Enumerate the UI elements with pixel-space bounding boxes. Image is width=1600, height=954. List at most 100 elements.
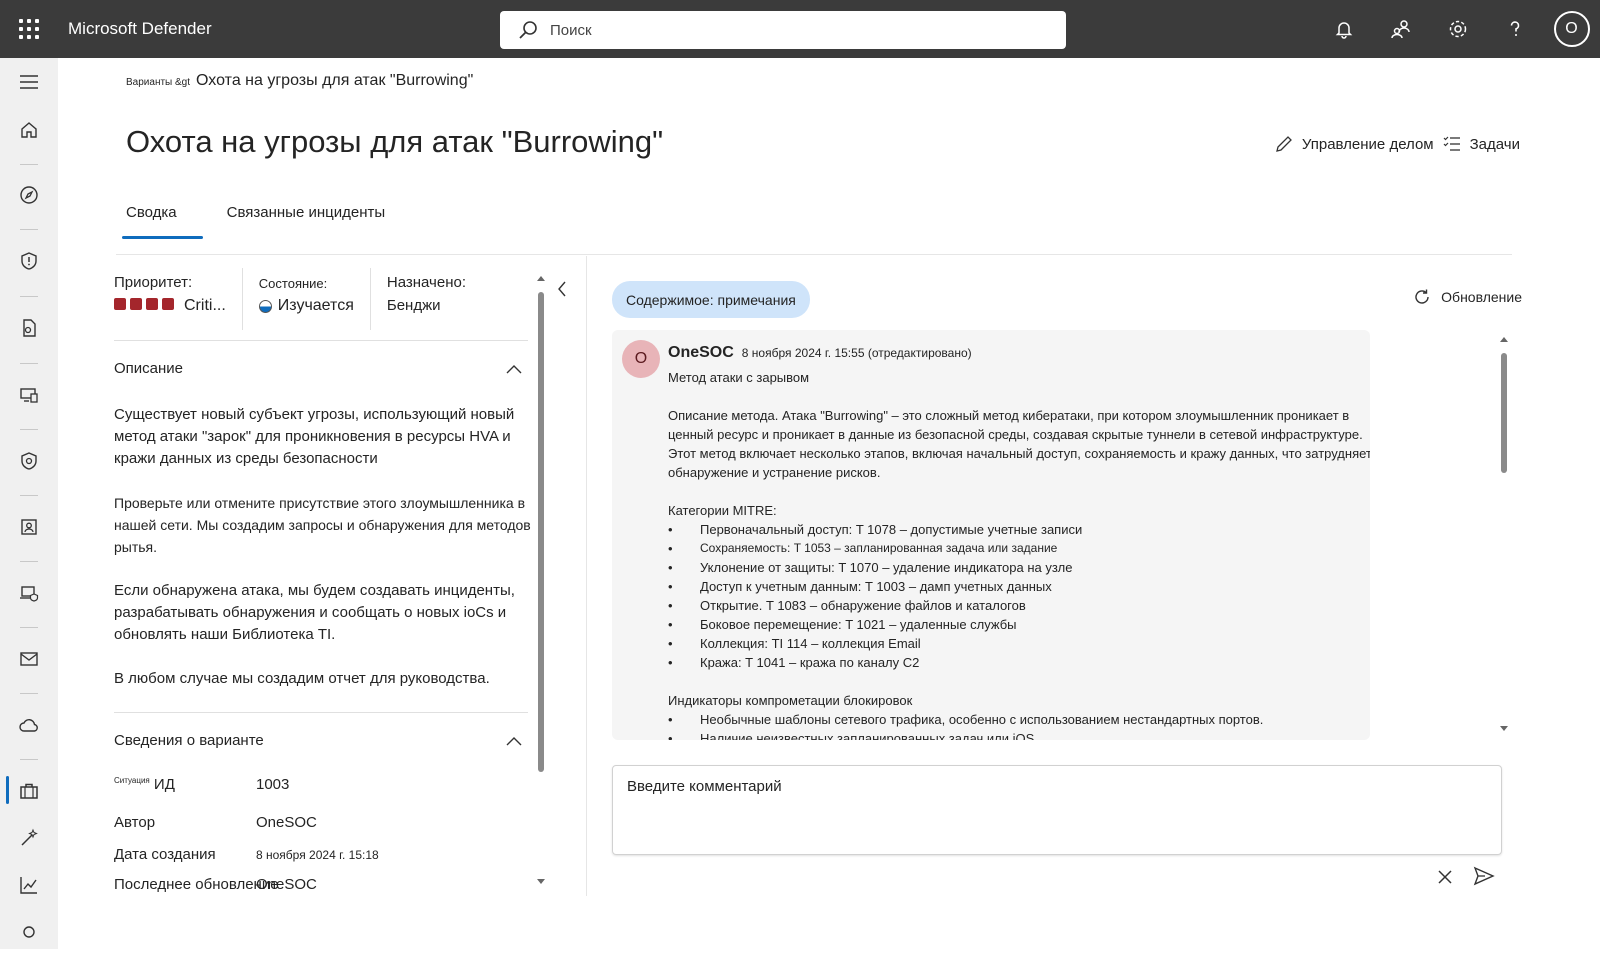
state-value: Изучается [277, 297, 354, 314]
detail-prefix: Ситуация [114, 776, 150, 785]
priority-value: Criti... [184, 297, 226, 314]
comment-author: OneSOC [668, 344, 734, 361]
nav-cases[interactable] [0, 769, 58, 813]
account-button[interactable]: O [1543, 0, 1600, 58]
mitre-title: Категории MITRE: [668, 503, 777, 518]
detail-value: OneSOC [256, 876, 317, 893]
comment-title: Метод атаки с зарывом [668, 370, 810, 385]
breadcrumb-current: Охота на угрозы для атак "Burrowing" [196, 72, 474, 89]
shield-alert-icon [21, 252, 37, 270]
comment-avatar: O [622, 340, 660, 378]
summary-panel: Приоритет: Criti... Состояние: Изучается… [114, 268, 544, 948]
comment-input[interactable] [613, 766, 1501, 854]
refresh-icon [1415, 289, 1429, 304]
collapse-panel-button[interactable] [556, 280, 568, 303]
send-comment-button[interactable] [1470, 862, 1498, 890]
detail-row-updated: Последнее обновление OneSOC [114, 876, 317, 893]
cancel-comment-button[interactable] [1432, 864, 1458, 890]
tab-list: Сводка Связанные инциденты [122, 198, 435, 239]
detail-row-id: Ситуация ИД 1003 [114, 776, 289, 793]
nav-cloud-apps[interactable] [0, 703, 58, 747]
summary-scrollbar[interactable] [534, 274, 546, 894]
search-icon [519, 21, 537, 39]
list-item: • Кража: T 1041 – кража по каналу C2 [668, 655, 920, 670]
comment-body: Метод атаки с зарывом Описание метода. А… [668, 368, 1370, 740]
nav-home[interactable] [0, 108, 58, 152]
severity-indicator [114, 297, 178, 315]
nav-users[interactable] [0, 505, 58, 549]
comment-card: O OneSOC 8 ноября 2024 г. 15:55 (отредак… [612, 330, 1370, 740]
search-input[interactable] [550, 21, 1030, 39]
state-label: Состояние: [258, 276, 328, 291]
comment-timestamp: 8 ноября 2024 г. 15:55 (отредактировано) [741, 346, 972, 360]
tab-summary[interactable]: Сводка [122, 198, 203, 239]
shield-icon [21, 452, 37, 470]
content-filter-pill[interactable]: Содержимое: примечания [612, 281, 810, 318]
refresh-label: Обновление [1441, 289, 1522, 305]
list-item: • Боковое перемещение: T 1021 – удаленные… [668, 617, 1017, 632]
nav-incidents[interactable] [0, 239, 58, 283]
nav-more[interactable] [0, 910, 58, 954]
priority-label: Приоритет: [114, 274, 193, 291]
nav-devices[interactable] [0, 373, 58, 417]
nav-copilot[interactable] [0, 816, 58, 860]
refresh-button[interactable]: Обновление [1413, 288, 1522, 306]
list-item: • Наличие неизвестных запланированных зад… [668, 731, 1035, 740]
case-details-header[interactable]: Сведения о варианте [114, 732, 522, 749]
close-icon [1438, 870, 1452, 884]
tab-related-incidents[interactable]: Связанные инциденты [227, 198, 386, 239]
detail-key: ИД [153, 776, 175, 793]
settings-button[interactable] [1429, 0, 1486, 58]
notes-scrollbar[interactable] [1498, 335, 1510, 735]
scroll-down-icon [1500, 726, 1508, 731]
case-details-title: Сведения о варианте [114, 732, 264, 749]
cloud-icon [19, 719, 38, 732]
comment-input-box[interactable] [612, 765, 1502, 855]
list-item: • Коллекция: TI 114 – коллекция Email [668, 636, 921, 651]
bell-icon [1335, 22, 1352, 39]
manage-case-button[interactable]: Управление делом [1274, 134, 1434, 154]
detail-row-author: Автор OneSOC [114, 814, 317, 831]
task-list-icon [1443, 136, 1460, 151]
user-avatar: O [1553, 11, 1590, 47]
list-item: • Первоначальный доступ: T 1078 – допусти… [668, 522, 1083, 537]
app-title[interactable]: Microsoft Defender [68, 19, 488, 39]
breadcrumb-root[interactable]: Варианты &gt [126, 77, 190, 88]
app-launcher-button[interactable] [0, 0, 58, 58]
scroll-up-icon [1500, 337, 1508, 342]
description-header[interactable]: Описание [114, 360, 522, 377]
chevron-up-icon [506, 736, 522, 745]
nav-analytics[interactable] [0, 863, 58, 907]
nav-reports[interactable] [0, 306, 58, 350]
assigned-field: Назначено: Бенджи [387, 268, 482, 330]
detail-key: Последнее обновление [114, 876, 279, 893]
nav-endpoints[interactable] [0, 571, 58, 615]
manage-case-label: Управление делом [1301, 135, 1434, 153]
detail-value: 1003 [256, 776, 290, 793]
tasks-button[interactable]: Задачи [1442, 134, 1520, 154]
detail-key: Дата создания [114, 846, 216, 863]
ioc-title: Индикаторы компрометации блокировок [668, 693, 913, 708]
gear-icon [1449, 20, 1466, 38]
notifications-button[interactable] [1315, 0, 1372, 58]
breadcrumb: Варианты &gt Охота на угрозы для атак "B… [126, 72, 473, 90]
chart-line-icon [20, 877, 37, 894]
search-box[interactable] [500, 11, 1066, 49]
description-paragraph: Существует новый субъект угрозы, использ… [114, 406, 515, 467]
list-item: • Сохраняемость: T 1053 – запланированная… [668, 541, 1058, 556]
help-button[interactable] [1486, 0, 1543, 58]
description-paragraph: Проверьте или отмените присутствие этого… [114, 495, 531, 555]
send-icon [1473, 866, 1495, 886]
tasks-label: Задачи [1469, 135, 1520, 153]
scroll-up-icon [537, 276, 545, 281]
compass-icon [20, 186, 38, 204]
nav-exposure[interactable] [0, 173, 58, 217]
top-bar: Microsoft Defender O [0, 0, 1600, 58]
nav-menu-toggle[interactable] [0, 60, 58, 104]
list-item: • Открытие. T 1083 – обнаружение файлов и… [668, 598, 1026, 613]
list-item: • Доступ к учетным данным: T 1003 – дамп … [668, 579, 1052, 594]
community-button[interactable] [1372, 0, 1429, 58]
nav-identities[interactable] [0, 439, 58, 483]
nav-email[interactable] [0, 637, 58, 681]
mail-icon [20, 652, 38, 666]
